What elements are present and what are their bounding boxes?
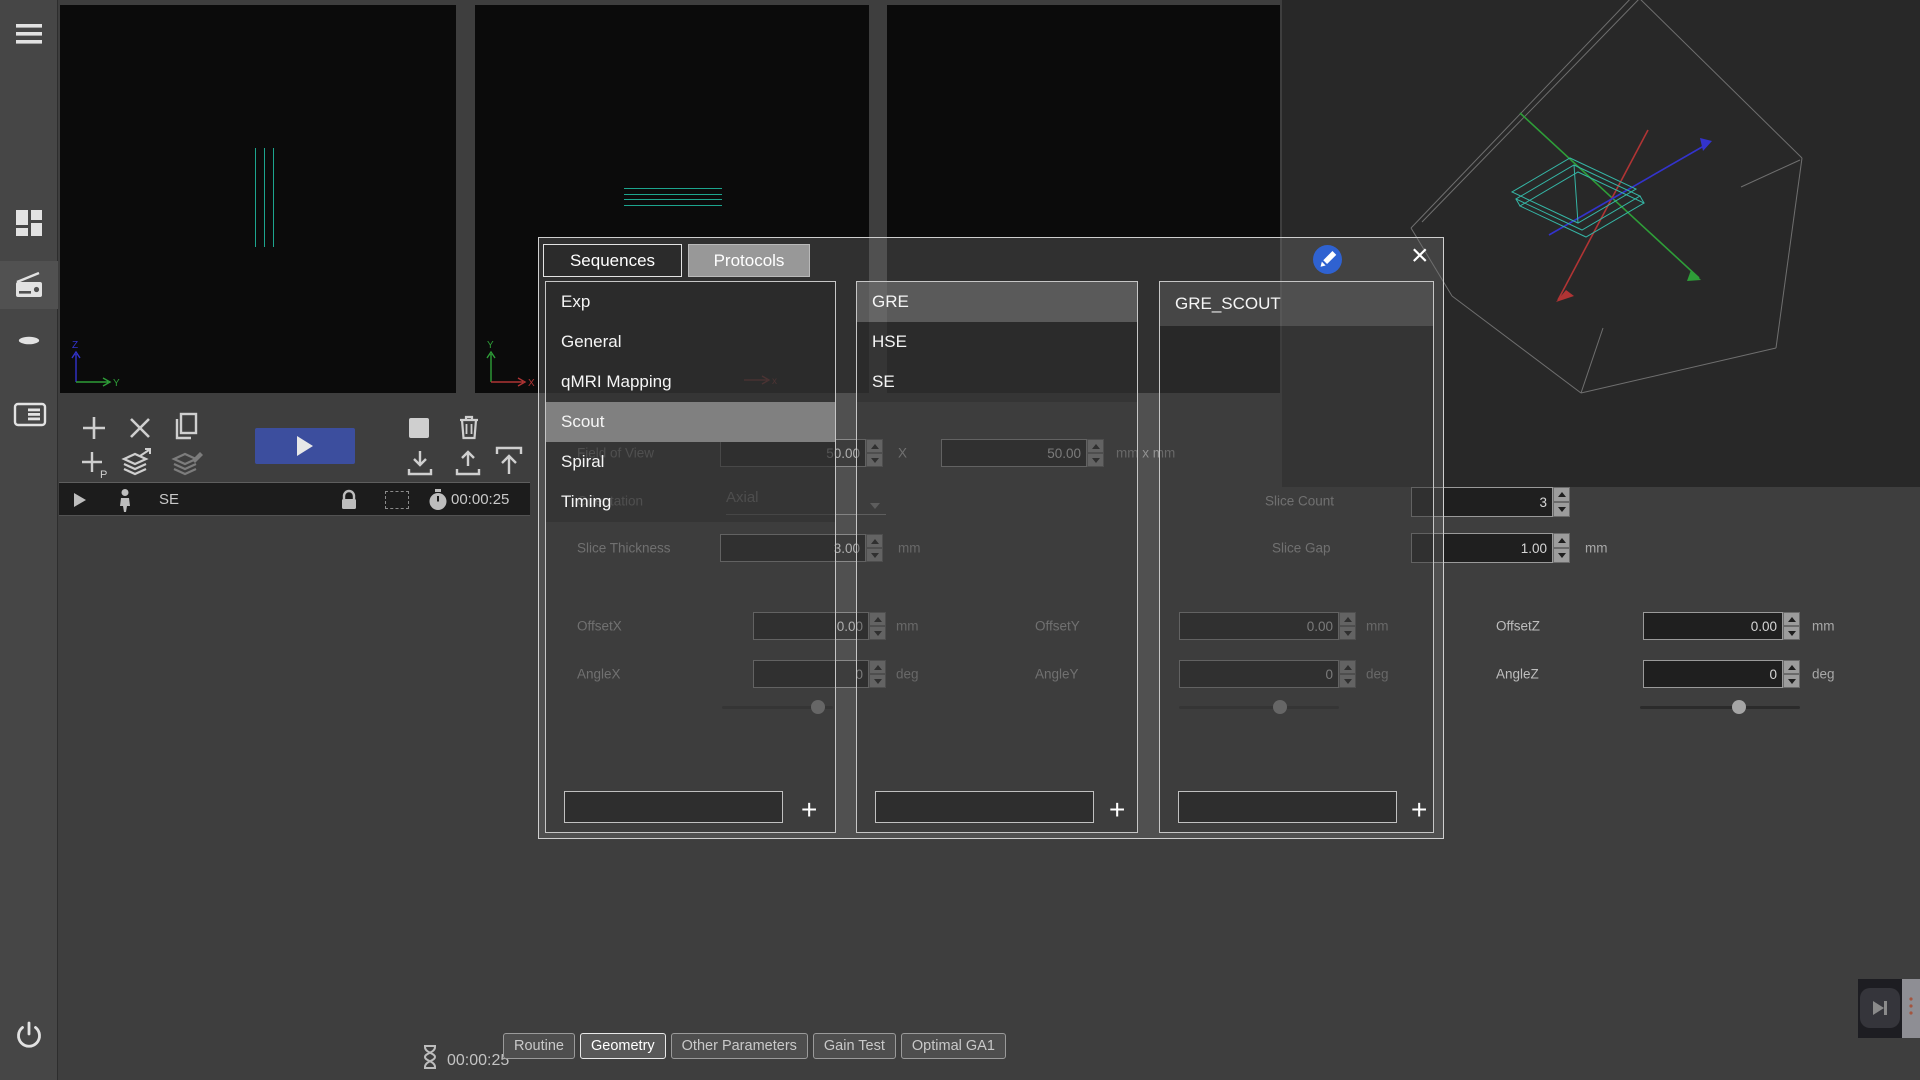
skip-next-icon	[1868, 996, 1892, 1020]
add-category-button[interactable]: +	[795, 795, 823, 825]
offsetz-label: OffsetZ	[1496, 619, 1540, 634]
protocols-dialog: Sequences Protocols × Exp General qMRI M…	[538, 237, 1444, 839]
stop-icon[interactable]	[407, 416, 431, 445]
tab-protocols[interactable]: Protocols	[688, 244, 810, 277]
list-item[interactable]: Timing	[546, 482, 835, 522]
database-icon[interactable]	[13, 333, 45, 365]
upload-icon[interactable]	[453, 448, 483, 483]
list-item-selected[interactable]: Scout	[546, 402, 835, 442]
protocol-list: GRE_SCOUT +	[1159, 281, 1434, 833]
layers-run-icon[interactable]	[120, 446, 154, 485]
axis-y-label: Y	[113, 378, 120, 389]
slice-line	[255, 148, 256, 247]
add-icon[interactable]	[80, 414, 108, 447]
side-strip[interactable]	[1902, 979, 1920, 1038]
anglez-unit: deg	[1812, 667, 1835, 682]
slice-line	[624, 194, 722, 195]
sequence-list: GRE HSE SE +	[856, 281, 1138, 833]
offsetz-unit: mm	[1812, 619, 1835, 634]
sidebar	[0, 0, 58, 1080]
pencil-icon	[1313, 245, 1342, 274]
list-item[interactable]: qMRI Mapping	[546, 362, 835, 402]
card-list-icon[interactable]	[13, 397, 45, 429]
play-icon	[297, 436, 313, 456]
edit-button[interactable]	[1313, 245, 1342, 274]
list-item[interactable]: GRE	[857, 282, 1137, 322]
axis-y-label: Y	[487, 340, 494, 351]
list-item[interactable]: GRE_SCOUT	[1160, 282, 1433, 326]
svg-text:P: P	[100, 469, 107, 480]
export-icon[interactable]	[492, 444, 526, 483]
axis-x-label: X	[528, 378, 535, 389]
list-item[interactable]: SE	[857, 362, 1137, 402]
add-protocol-button[interactable]: +	[1405, 795, 1433, 825]
tab-routine[interactable]: Routine	[503, 1033, 575, 1059]
anglez-input[interactable]: 0	[1643, 660, 1783, 688]
slice-count-spinner[interactable]	[1553, 487, 1570, 517]
delete-icon[interactable]	[455, 412, 483, 447]
hourglass-icon	[421, 1044, 439, 1070]
slice-line	[264, 148, 265, 247]
sequence-name: SE	[159, 491, 179, 508]
sequence-category-list: Exp General qMRI Mapping Scout Spiral Ti…	[545, 281, 836, 833]
tab-other-parameters[interactable]: Other Parameters	[671, 1033, 808, 1059]
anglez-label: AngleZ	[1496, 667, 1539, 682]
person-icon	[117, 488, 133, 512]
sequence-time: 00:00:25	[451, 491, 509, 508]
offsetz-input[interactable]: 0.00	[1643, 612, 1783, 640]
hamburger-menu-icon[interactable]	[13, 18, 45, 50]
slice-line	[273, 148, 274, 247]
new-sequence-input[interactable]	[875, 791, 1094, 823]
power-icon[interactable]	[13, 1019, 45, 1051]
list-item[interactable]: Exp	[546, 282, 835, 322]
offsetz-spinner[interactable]	[1783, 612, 1800, 640]
add-sequence-button[interactable]: +	[1103, 795, 1131, 825]
anglez-slider[interactable]	[1640, 706, 1800, 709]
slice-line	[624, 205, 722, 206]
dashboard-icon[interactable]	[13, 207, 45, 239]
slice-line	[624, 199, 722, 200]
layers-edit-icon[interactable]	[170, 446, 204, 485]
tab-optimal-ga1[interactable]: Optimal GA1	[901, 1033, 1006, 1059]
play-icon[interactable]	[71, 491, 89, 509]
slice-gap-spinner[interactable]	[1553, 533, 1570, 563]
slice-gap-unit: mm	[1585, 541, 1608, 556]
copy-icon[interactable]	[170, 410, 202, 447]
viewport-coronal[interactable]: Z Y	[60, 5, 456, 393]
axis-indicator-zy: Z Y	[68, 338, 128, 399]
tab-gain-test[interactable]: Gain Test	[813, 1033, 896, 1059]
lock-icon	[339, 489, 359, 511]
sequence-row[interactable]: SE 00:00:25	[59, 482, 530, 516]
anglez-spinner[interactable]	[1783, 660, 1800, 688]
play-button[interactable]	[255, 428, 355, 464]
axis-z-label: Z	[72, 340, 78, 351]
slice-line	[624, 188, 722, 189]
corner-widget	[1858, 979, 1902, 1038]
list-item[interactable]: Spiral	[546, 442, 835, 482]
tab-geometry[interactable]: Geometry	[580, 1033, 666, 1059]
stopwatch-icon	[427, 488, 449, 512]
new-category-input[interactable]	[564, 791, 783, 823]
footer-timer: 00:00:25	[447, 1052, 509, 1070]
new-protocol-input[interactable]	[1178, 791, 1397, 823]
remove-icon[interactable]	[126, 414, 154, 447]
selection-box-icon[interactable]	[385, 491, 409, 509]
scanner-icon[interactable]	[13, 270, 45, 302]
download-icon[interactable]	[405, 448, 435, 483]
axis-indicator-yx: Y X	[483, 338, 543, 399]
footer-tabs: Routine Geometry Other Parameters Gain T…	[503, 1033, 1006, 1059]
list-item[interactable]: HSE	[857, 322, 1137, 362]
close-icon[interactable]: ×	[1405, 240, 1435, 272]
skip-next-button[interactable]	[1860, 988, 1900, 1028]
add-protocol-icon[interactable]: P	[80, 450, 110, 485]
tab-sequences[interactable]: Sequences	[543, 244, 682, 277]
list-item[interactable]: General	[546, 322, 835, 362]
